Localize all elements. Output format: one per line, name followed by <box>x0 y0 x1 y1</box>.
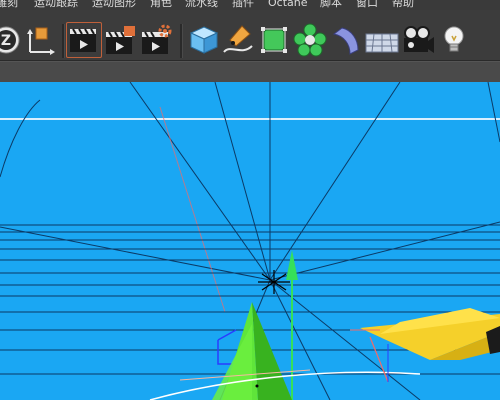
cloner-button[interactable] <box>292 22 328 58</box>
menu-help[interactable]: 帮助 <box>392 0 414 10</box>
subdivision-surface-icon <box>261 27 287 53</box>
subdivision-surface-button[interactable] <box>256 22 292 58</box>
render-to-picture-viewer-button[interactable] <box>102 22 138 58</box>
menu-pipeline[interactable]: 流水线 <box>185 0 218 10</box>
svg-text:Z: Z <box>1 33 11 49</box>
render-to-picture-viewer-icon <box>106 26 135 54</box>
guide-arc <box>0 99 41 178</box>
menu-motion-tracking[interactable]: 运动跟踪 <box>34 0 78 10</box>
menu-window[interactable]: 窗口 <box>356 0 378 10</box>
guide-arc <box>487 82 500 143</box>
bend-deformer-button[interactable] <box>328 22 364 58</box>
light-icon <box>444 26 464 52</box>
menu-mograph[interactable]: 运动图形 <box>92 0 136 10</box>
menu-octane[interactable]: Octane <box>268 0 308 10</box>
world-coordinate-icon <box>27 27 55 55</box>
bend-deformer-icon <box>332 27 359 55</box>
toolbar-separator <box>180 24 183 58</box>
z-axis-lock-icon: Z <box>0 26 20 54</box>
viewport-3d[interactable] <box>0 82 500 400</box>
world-origin-marker <box>258 270 290 294</box>
pen-spline-icon <box>223 25 253 53</box>
render-settings-icon <box>142 24 172 54</box>
toolbar-separator <box>62 24 65 58</box>
render-view-button[interactable] <box>66 22 102 58</box>
pen-spline-button[interactable] <box>220 22 256 58</box>
paper-plane-object[interactable] <box>350 308 500 383</box>
menu-bar: 雕刻 运动跟踪 运动图形 角色 流水线 插件 Octane 脚本 窗口 帮助 <box>0 0 500 10</box>
toolbar: Z <box>0 10 500 61</box>
viewport-header-bar <box>0 61 500 83</box>
light-button[interactable] <box>436 22 472 58</box>
menu-character[interactable]: 角色 <box>150 0 172 10</box>
cloner-icon <box>293 23 327 57</box>
camera-icon <box>404 26 434 53</box>
floor-button[interactable] <box>364 22 400 58</box>
menu-plugins[interactable]: 插件 <box>232 0 254 10</box>
menu-script[interactable]: 脚本 <box>320 0 342 10</box>
cube-icon <box>189 26 219 54</box>
cube-button[interactable] <box>186 22 222 58</box>
y-axis-arrow-icon[interactable] <box>286 250 298 280</box>
selection-bracket <box>217 329 237 341</box>
x-axis-guide <box>159 106 226 313</box>
floor-icon <box>365 33 399 53</box>
menu-sculpt[interactable]: 雕刻 <box>0 0 18 10</box>
render-view-icon <box>70 28 96 52</box>
z-axis-lock-button[interactable]: Z <box>0 22 24 58</box>
viewport-scene <box>0 82 500 400</box>
render-settings-button[interactable] <box>138 22 174 58</box>
world-coordinate-button[interactable] <box>22 22 58 58</box>
camera-button[interactable] <box>400 22 436 58</box>
tree-cone-object[interactable] <box>212 302 292 400</box>
selection-bracket <box>217 340 232 365</box>
